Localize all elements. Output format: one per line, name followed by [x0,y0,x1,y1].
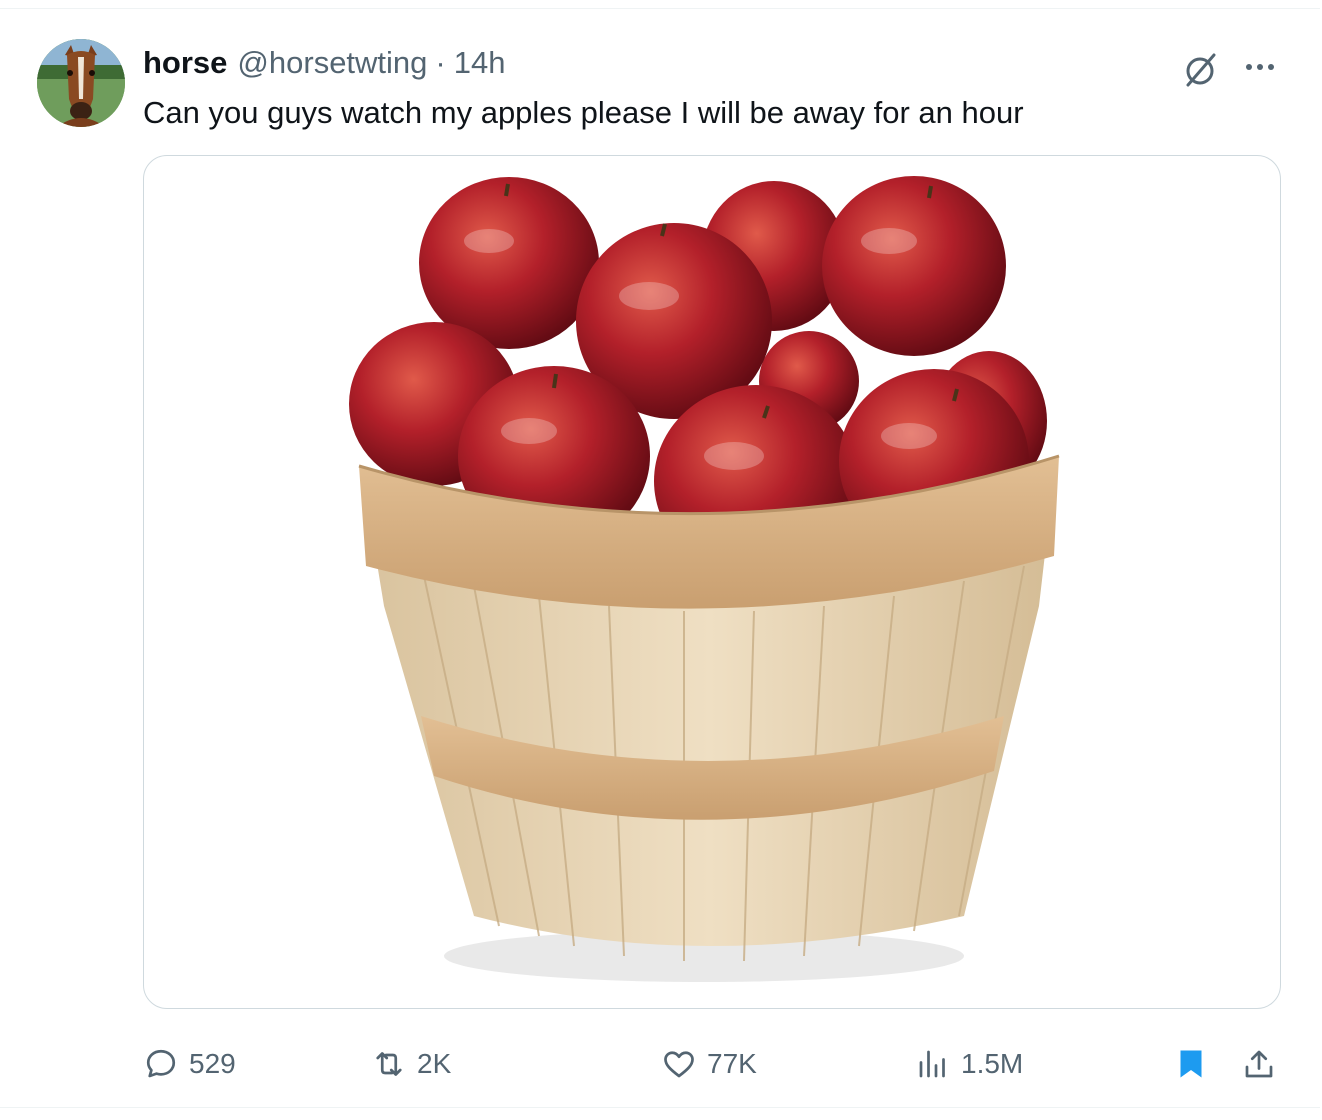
repost-button[interactable]: 2K [371,1039,451,1089]
grok-icon[interactable] [1180,49,1220,89]
like-button[interactable]: 77K [661,1039,757,1089]
bookmark-button[interactable] [1173,1039,1219,1089]
repost-count: 2K [417,1048,452,1079]
reply-count: 529 [189,1048,236,1079]
author-name[interactable]: horse [143,45,227,81]
like-count: 77K [707,1048,757,1079]
more-icon[interactable] [1240,49,1280,89]
reply-button[interactable]: 529 [143,1039,236,1089]
tweet-text: Can you guys watch my apples please I wi… [143,95,1024,130]
apple-basket-picture [349,176,1060,982]
timestamp[interactable]: 14h [454,45,506,81]
repost-icon [376,1052,402,1076]
share-icon [1245,1050,1273,1078]
tweet[interactable]: horse @horsetwting · 14h Can you guys wa… [0,8,1320,1108]
author-handle[interactable]: @horsetwting [237,45,427,81]
tweet-header: horse @horsetwting · 14h [143,45,505,85]
tweet-media-image[interactable] [143,155,1281,1009]
views-button[interactable]: 1.5M [915,1039,1023,1089]
like-icon [664,1051,694,1078]
views-icon [919,1050,945,1078]
views-count: 1.5M [961,1048,1024,1079]
bookmark-icon [1180,1050,1202,1078]
separator-dot: · [435,45,446,80]
basket [358,454,1060,962]
reply-icon [146,1049,176,1078]
avatar[interactable] [37,39,125,127]
tweet-actions: 529 2K 77K 1.5M [143,1039,1283,1089]
share-button[interactable] [1241,1039,1287,1089]
